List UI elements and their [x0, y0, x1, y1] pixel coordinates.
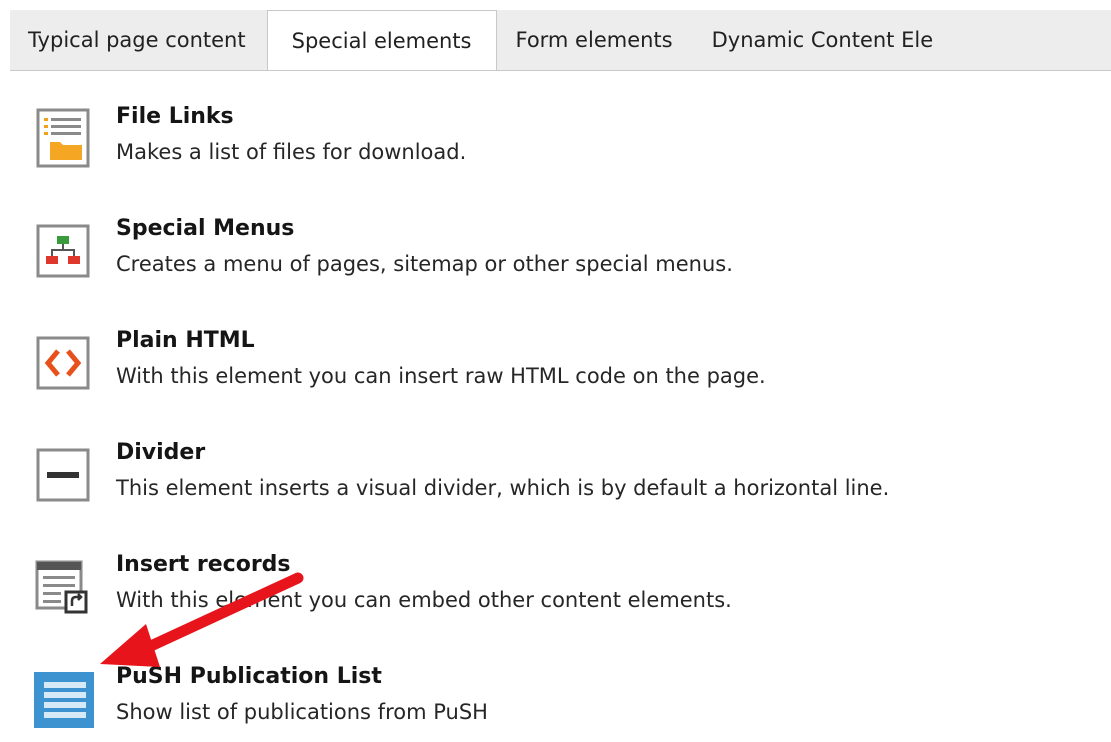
tab-label: Typical page content: [28, 28, 246, 52]
tab-special-elements[interactable]: Special elements: [266, 10, 498, 70]
list-item-divider[interactable]: Divider This element inserts a visual di…: [0, 428, 1111, 518]
item-title: Plain HTML: [116, 328, 255, 353]
insert-records-icon: [34, 556, 94, 616]
item-title: Divider: [116, 440, 206, 465]
item-title: File Links: [116, 104, 234, 129]
item-description: Show list of publications from PuSH: [116, 700, 488, 724]
tab-form-elements[interactable]: Form elements: [497, 10, 693, 70]
list-item-insert-records[interactable]: Insert records With this element you can…: [0, 540, 1111, 630]
item-title: Special Menus: [116, 216, 295, 241]
file-links-icon: [34, 108, 94, 168]
tab-label: Special elements: [291, 28, 472, 53]
item-title: Insert records: [116, 552, 291, 577]
list-item-push-publication-list[interactable]: PuSH Publication List Show list of publi…: [0, 652, 1111, 742]
item-description: Creates a menu of pages, sitemap or othe…: [116, 252, 733, 276]
list-item-plain-html[interactable]: Plain HTML With this element you can ins…: [0, 316, 1111, 406]
item-description: Makes a list of files for download.: [116, 140, 467, 164]
tab-list: Typical page content Special elements Fo…: [10, 10, 954, 70]
list-item-file-links[interactable]: File Links Makes a list of files for dow…: [0, 92, 1111, 182]
sitemap-icon: [34, 220, 94, 280]
tab-typical-page-content[interactable]: Typical page content: [10, 10, 267, 70]
item-description: With this element you can insert raw HTM…: [116, 364, 766, 388]
list-item-special-menus[interactable]: Special Menus Creates a menu of pages, s…: [0, 204, 1111, 294]
divider-icon: [34, 444, 94, 504]
item-description: With this element you can embed other co…: [116, 588, 732, 612]
tab-dynamic-content-elements[interactable]: Dynamic Content Ele: [694, 10, 955, 70]
item-description: This element inserts a visual divider, w…: [116, 476, 890, 500]
tab-label: Dynamic Content Ele: [711, 28, 934, 52]
code-brackets-icon: [34, 332, 94, 392]
publication-list-icon: [34, 668, 96, 736]
tab-label: Form elements: [515, 28, 673, 52]
item-title: PuSH Publication List: [116, 664, 382, 689]
content-element-tabs: Typical page content Special elements Fo…: [10, 10, 1111, 71]
